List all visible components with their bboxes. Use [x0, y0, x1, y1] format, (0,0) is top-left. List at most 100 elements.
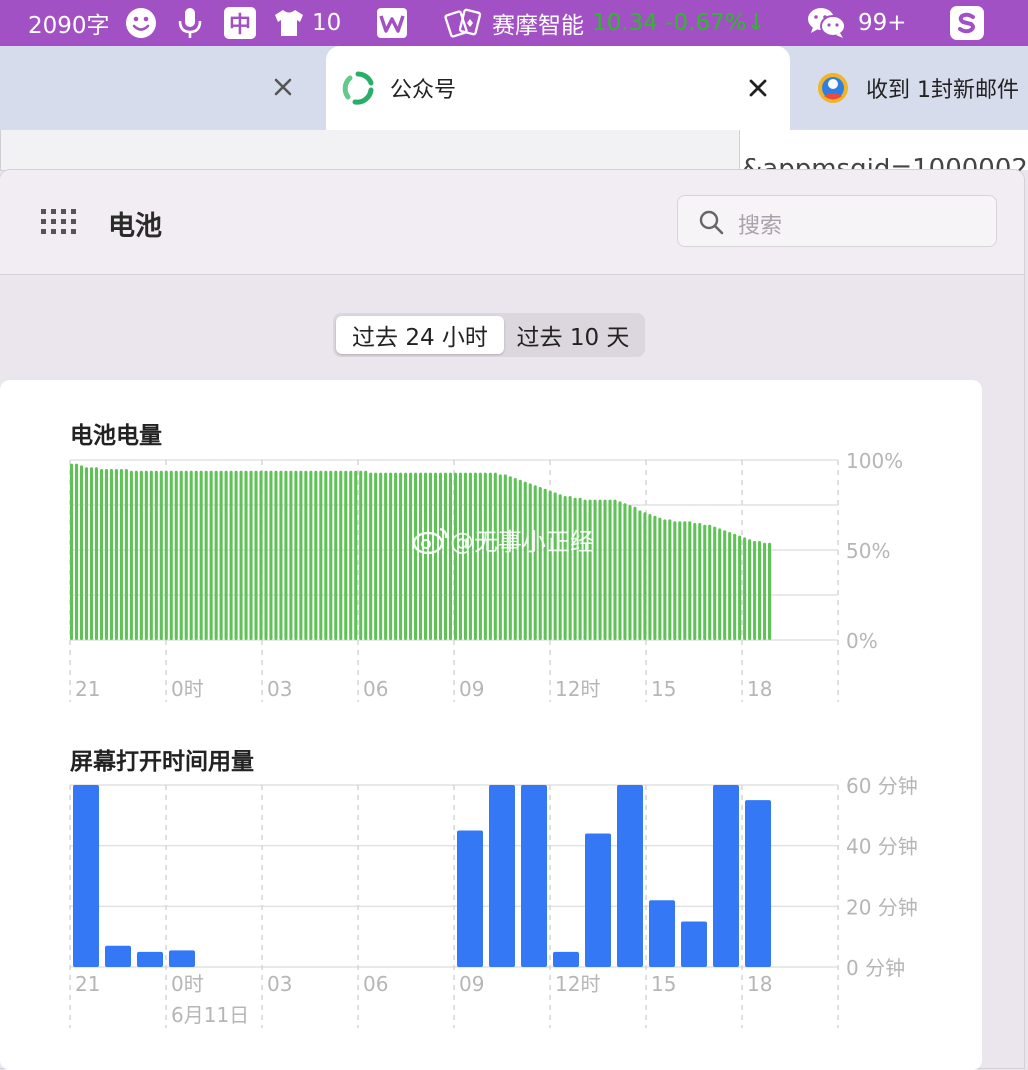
close-icon[interactable]	[270, 74, 296, 100]
battery-bar	[174, 470, 178, 640]
battery-x-tick-label: 21	[75, 677, 100, 701]
battery-bar	[114, 469, 118, 640]
wechat-unread-count: 99+	[858, 10, 907, 36]
stock-value: 10.34 -0.67%↓	[592, 10, 766, 36]
battery-bar	[573, 497, 577, 640]
battery-bar	[713, 526, 717, 640]
battery-bar	[184, 470, 188, 640]
battery-bar	[738, 535, 742, 640]
battery-bar	[199, 470, 203, 640]
battery-bar	[508, 476, 512, 640]
battery-bar	[344, 470, 348, 640]
battery-usage-card: 电池电量 屏幕打开时间用量 100% 50% 0% 21 0时 03 06 09 12时 15 18…	[0, 380, 982, 1070]
tab-inactive[interactable]: 收到 1封新邮件	[790, 46, 1028, 130]
battery-bar	[204, 470, 208, 640]
battery-bar	[304, 470, 308, 640]
battery-y-tick-label: 50%	[846, 539, 890, 563]
tab-inactive[interactable]	[0, 46, 326, 130]
microphone-icon[interactable]	[176, 0, 204, 46]
battery-bar	[588, 499, 592, 640]
battery-x-tick-label: 0时	[171, 677, 204, 701]
screen-time-chart: 60 分钟 40 分钟 20 分钟 0 分钟 21 0时 03 06 09 12时 15 18 6月11…	[69, 774, 918, 1028]
battery-bar	[538, 487, 542, 640]
search-field[interactable]: 搜索	[677, 195, 997, 247]
battery-bar	[598, 499, 602, 640]
battery-bar	[239, 470, 243, 640]
time-range-segmented-control: 过去 24 小时 过去 10 天	[333, 313, 645, 357]
battery-bar	[593, 499, 597, 640]
segment-past-24-hours[interactable]: 过去 24 小时	[336, 316, 504, 354]
battery-bar	[648, 514, 652, 640]
screen-y-tick-label: 40 分钟	[846, 835, 918, 859]
battery-bar	[603, 499, 607, 640]
battery-bar	[259, 470, 263, 640]
wechat-icon[interactable]	[806, 0, 848, 46]
battery-bar	[384, 472, 388, 640]
battery-bar	[209, 470, 213, 640]
battery-bar	[229, 470, 233, 640]
battery-bar	[678, 521, 682, 640]
battery-bar	[633, 506, 637, 640]
browser-tab-bar: 公众号 收到 1封新邮件	[0, 46, 1028, 130]
wps-icon[interactable]	[376, 0, 408, 46]
battery-bar	[70, 463, 74, 640]
screen-x-tick-label: 09	[459, 972, 484, 996]
word-count[interactable]: 2090字	[28, 0, 110, 46]
screen-time-bar	[617, 785, 643, 967]
battery-bar	[74, 463, 79, 640]
battery-bar	[264, 470, 268, 640]
battery-bar	[578, 497, 582, 640]
battery-bar	[498, 474, 502, 640]
battery-bar	[668, 519, 672, 640]
close-icon[interactable]	[745, 75, 771, 101]
battery-bar	[518, 479, 522, 640]
screen-time-bar	[105, 945, 131, 967]
battery-bar	[104, 469, 108, 640]
grid-icon[interactable]	[40, 208, 78, 240]
battery-bar	[84, 467, 89, 640]
battery-bar	[284, 470, 288, 640]
battery-bar	[349, 470, 353, 640]
input-method-indicator[interactable]: 中	[224, 0, 256, 46]
stock-cards-icon[interactable]	[444, 0, 482, 46]
screen-x-tick-label: 15	[651, 972, 676, 996]
segment-past-10-days[interactable]: 过去 10 天	[504, 316, 642, 354]
sogou-input-icon[interactable]	[950, 0, 984, 46]
battery-bar	[269, 470, 273, 640]
search-placeholder: 搜索	[738, 214, 783, 239]
battery-bar	[548, 490, 552, 640]
smiley-icon[interactable]	[124, 0, 158, 46]
battery-x-tick-label: 18	[747, 677, 772, 701]
battery-bar	[399, 472, 403, 640]
watermark: @无事小正经	[412, 522, 594, 557]
stock-ticker[interactable]: 赛摩智能 10.34 -0.67%↓	[492, 0, 766, 46]
screen-time-bar	[585, 833, 611, 967]
tab-active[interactable]: 公众号	[326, 46, 790, 130]
battery-bar	[763, 542, 767, 640]
battery-bar	[568, 496, 572, 640]
battery-bar	[523, 481, 527, 640]
date-label: 6月11日	[171, 1003, 249, 1027]
battery-bar	[164, 470, 168, 640]
battery-bar	[394, 472, 398, 640]
battery-bar	[698, 523, 702, 640]
battery-bar	[159, 470, 163, 640]
battery-bar	[279, 470, 283, 640]
screen-x-tick-label: 21	[75, 972, 100, 996]
battery-bar	[324, 470, 328, 640]
screen-time-bar	[137, 951, 163, 967]
battery-level-chart: 100% 50% 0% 21 0时 03 06 09 12时 15 18	[69, 449, 903, 702]
battery-bar	[359, 470, 363, 640]
battery-bar	[119, 469, 123, 640]
battery-y-tick-label: 100%	[846, 449, 903, 473]
battery-bar	[374, 472, 378, 640]
battery-bar	[329, 470, 333, 640]
shirt-icon[interactable]	[272, 0, 306, 46]
menu-bar: 2090字 中 10 赛摩智能 10.34 -0.67%↓ 99+	[0, 0, 1028, 46]
battery-x-tick-label: 06	[363, 677, 388, 701]
battery-bar	[219, 470, 223, 640]
battery-bar	[354, 470, 358, 640]
battery-bar	[683, 521, 687, 640]
battery-bar	[124, 469, 128, 640]
battery-bar	[733, 533, 737, 640]
